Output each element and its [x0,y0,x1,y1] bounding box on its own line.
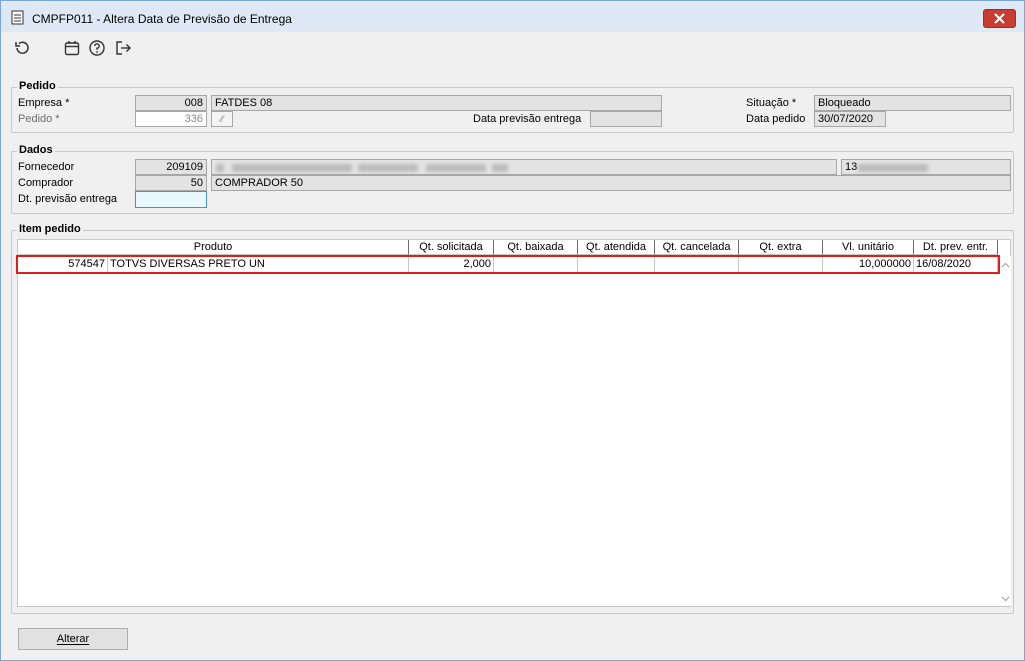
comprador-name-field: COMPRADOR 50 [211,175,1011,191]
empresa-code-field[interactable]: 008 [135,95,207,111]
pedido-field[interactable]: 336 [135,111,207,127]
scroll-up-icon[interactable] [1001,262,1010,268]
situacao-label: Situação * [746,97,797,109]
close-button[interactable] [983,9,1016,28]
pedido-label: Pedido * [18,113,60,125]
window-title: CMPFP011 - Altera Data de Previsão de En… [32,12,292,26]
col-header-qt-solicitada[interactable]: Qt. solicitada [409,240,494,255]
empresa-name-field: FATDES 08 [211,95,662,111]
dados-group-title: Dados [17,144,55,156]
itens-table: Produto Qt. solicitada Qt. baixada Qt. a… [16,239,1011,607]
calendar-icon[interactable] [63,39,81,57]
fornecedor-name-field [211,159,837,175]
col-header-produto[interactable]: Produto [18,240,409,255]
col-header-vl-unitario[interactable]: Vl. unitário [823,240,914,255]
row-highlight-box [16,255,1000,274]
fornecedor-doc-field: 13 [841,159,1011,175]
toolbar [1,33,1024,63]
fornecedor-doc-prefix: 13 [845,161,858,173]
col-header-qt-extra[interactable]: Qt. extra [739,240,823,255]
fornecedor-code-field[interactable]: 209109 [135,159,207,175]
alterar-button[interactable]: Alterar [18,628,128,650]
data-pedido-label: Data pedido [746,113,806,125]
close-icon [994,13,1005,24]
col-header-qt-baixada[interactable]: Qt. baixada [494,240,578,255]
app-window: CMPFP011 - Altera Data de Previsão de En… [0,0,1025,661]
alterar-button-label: Alterar [56,633,90,645]
data-previsao-label: Data previsão entrega [473,113,582,125]
empresa-label: Empresa * [18,97,70,109]
refresh-icon[interactable] [13,39,31,57]
col-header-dt-prev-entr[interactable]: Dt. prev. entr. [914,240,998,255]
itens-group-title: Item pedido [17,223,83,235]
fornecedor-label: Fornecedor [18,161,75,173]
exit-icon[interactable] [114,39,132,57]
pedido-group-title: Pedido [17,80,58,92]
help-icon[interactable] [88,39,106,57]
comprador-code-field[interactable]: 50 [135,175,207,191]
dt-previsao-label: Dt. previsão entrega [18,193,118,205]
scroll-down-icon[interactable] [1001,596,1010,602]
col-header-qt-atendida[interactable]: Qt. atendida [578,240,655,255]
document-icon [11,10,24,25]
title-bar: CMPFP011 - Altera Data de Previsão de En… [1,1,1024,32]
data-pedido-field: 30/07/2020 [814,111,886,127]
lookup-button[interactable]: ⁄⁄ [211,111,233,127]
dt-previsao-input[interactable] [135,191,207,208]
vertical-scrollbar[interactable] [1000,256,1011,606]
col-header-qt-cancelada[interactable]: Qt. cancelada [655,240,739,255]
comprador-label: Comprador [18,177,74,189]
situacao-field: Bloqueado [814,95,1011,111]
data-previsao-field [590,111,662,127]
lookup-icon: ⁄⁄ [220,114,224,124]
